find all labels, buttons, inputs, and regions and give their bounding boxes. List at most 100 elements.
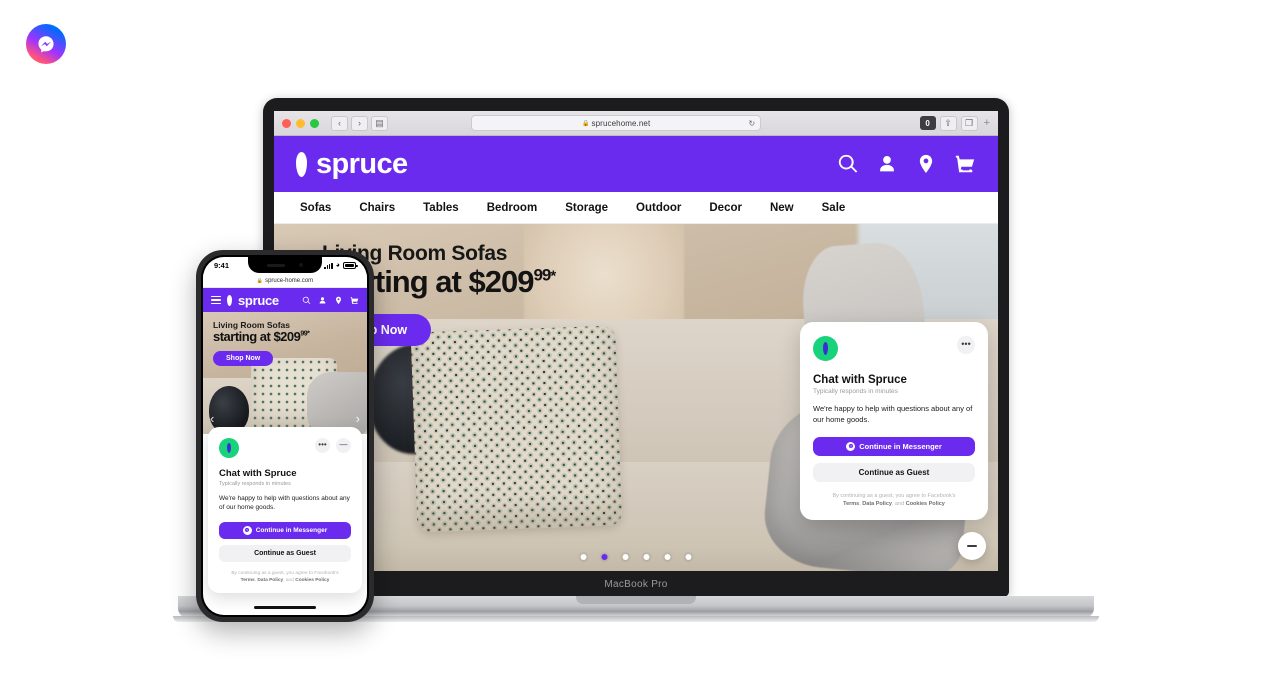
nav-item-chairs[interactable]: Chairs bbox=[359, 202, 395, 214]
more-options-icon[interactable]: ••• bbox=[957, 335, 975, 354]
chat-card-header: ••• bbox=[813, 335, 975, 361]
window-traffic-lights[interactable] bbox=[282, 118, 319, 128]
macbook-chin: MacBook Pro bbox=[263, 571, 1009, 597]
more-options-icon[interactable]: ••• bbox=[315, 437, 330, 453]
terms-link[interactable]: Terms bbox=[843, 501, 859, 507]
carousel-prev-icon[interactable]: ‹ bbox=[210, 411, 214, 426]
location-icon[interactable] bbox=[334, 296, 343, 305]
macbook-device: chevron-left-icon‹ › ▤ 🔒 sprucehome.net … bbox=[173, 98, 1099, 622]
nav-item-sofas[interactable]: Sofas bbox=[300, 202, 331, 214]
cart-icon[interactable] bbox=[954, 153, 976, 175]
carousel-dot[interactable] bbox=[643, 554, 650, 560]
mobile-header-left: spruce bbox=[211, 293, 279, 308]
mobile-continue-as-guest-button[interactable]: Continue as Guest bbox=[219, 544, 351, 562]
home-indicator bbox=[254, 606, 316, 609]
iphone-device: 9:41 ◕ 🔒 spruce-home.com spruce Living R… bbox=[196, 250, 374, 622]
close-window-button[interactable] bbox=[282, 118, 291, 128]
iphone-address-bar[interactable]: 🔒 spruce-home.com bbox=[203, 274, 367, 288]
legal-prefix: By continuing as a guest, you agree to F… bbox=[231, 570, 339, 576]
carousel-dot[interactable] bbox=[580, 554, 587, 560]
reload-icon[interactable]: ↻ bbox=[748, 119, 755, 128]
mobile-hero-subtitle: starting at $20999* bbox=[213, 329, 310, 344]
carousel-dots[interactable] bbox=[580, 554, 692, 560]
account-icon[interactable] bbox=[876, 153, 898, 175]
cookies-policy-link[interactable]: Cookies Policy bbox=[295, 578, 329, 583]
back-button[interactable]: chevron-left-icon‹ bbox=[331, 115, 348, 131]
iphone-notch bbox=[248, 257, 322, 273]
data-policy-link[interactable]: Data Policy bbox=[862, 501, 892, 507]
hero-price-asterisk: * bbox=[550, 267, 556, 285]
browser-toolbar: chevron-left-icon‹ › ▤ 🔒 sprucehome.net … bbox=[274, 111, 998, 136]
mobile-hero-copy: Living Room Sofas starting at $20999* Sh… bbox=[213, 320, 310, 366]
mobile-header-icons bbox=[302, 296, 359, 305]
minimize-icon[interactable]: — bbox=[336, 437, 351, 453]
browser-nav-buttons: chevron-left-icon‹ › ▤ bbox=[331, 115, 388, 131]
maximize-window-button[interactable] bbox=[310, 118, 319, 128]
location-icon[interactable] bbox=[915, 153, 937, 175]
nav-item-new[interactable]: New bbox=[770, 202, 794, 214]
continue-in-messenger-button[interactable]: Continue in Messenger bbox=[813, 436, 975, 456]
carousel-next-icon[interactable]: › bbox=[356, 411, 360, 426]
site-logo[interactable]: spruce bbox=[296, 148, 408, 181]
messenger-icon bbox=[846, 441, 856, 451]
search-icon[interactable] bbox=[302, 296, 311, 305]
page-root: chevron-left-icon‹ › ▤ 🔒 sprucehome.net … bbox=[0, 0, 1272, 700]
cookies-policy-link[interactable]: Cookies Policy bbox=[906, 501, 945, 507]
site-header: spruce bbox=[274, 136, 998, 192]
camera-icon bbox=[299, 263, 303, 267]
address-bar[interactable]: 🔒 sprucehome.net ↻ bbox=[471, 115, 762, 131]
spruce-leaf-icon bbox=[227, 294, 232, 306]
continue-as-guest-button[interactable]: Continue as Guest bbox=[813, 462, 975, 482]
nav-item-sale[interactable]: Sale bbox=[822, 202, 846, 214]
tabs-icon[interactable]: ❐ bbox=[960, 115, 978, 131]
cart-icon[interactable] bbox=[350, 296, 359, 305]
avatar bbox=[219, 437, 239, 458]
hero-price-cents: 99 bbox=[533, 265, 551, 285]
nav-item-tables[interactable]: Tables bbox=[423, 202, 459, 214]
mobile-chat-card-actions: ••• — bbox=[315, 437, 351, 453]
mobile-chat-subtitle: Typically responds in minutes bbox=[219, 480, 291, 487]
new-tab-button[interactable]: + bbox=[982, 117, 990, 129]
sidebar-toggle-button[interactable]: ▤ bbox=[371, 115, 388, 131]
account-icon[interactable] bbox=[318, 296, 327, 305]
macbook-lid: chevron-left-icon‹ › ▤ 🔒 sprucehome.net … bbox=[263, 98, 1009, 597]
nav-item-decor[interactable]: Decor bbox=[709, 202, 742, 214]
mobile-hero-star: * bbox=[307, 330, 310, 338]
terms-link[interactable]: Terms bbox=[241, 578, 255, 583]
browser-toolbar-right: 0 ⇪ ❐ + bbox=[919, 115, 990, 131]
cellular-icon bbox=[324, 262, 333, 269]
chat-launcher-button[interactable] bbox=[958, 532, 986, 560]
site-logo-text: spruce bbox=[316, 147, 408, 180]
carousel-dot[interactable] bbox=[664, 554, 671, 560]
legal-prefix: By continuing as a guest, you agree to F… bbox=[832, 492, 956, 499]
chat-title: Chat with Spruce bbox=[813, 373, 907, 386]
iphone-frame: 9:41 ◕ 🔒 spruce-home.com spruce Living R… bbox=[196, 250, 374, 622]
carousel-dot[interactable] bbox=[622, 554, 629, 560]
content-blocker-badge[interactable]: 0 bbox=[919, 116, 936, 130]
nav-item-storage[interactable]: Storage bbox=[565, 202, 608, 214]
forward-button[interactable]: › bbox=[351, 115, 368, 131]
hero-banner: Living Room Sofas starting at $20999* Sh… bbox=[274, 224, 998, 571]
nav-item-bedroom[interactable]: Bedroom bbox=[487, 202, 537, 214]
iphone-url-text: spruce-home.com bbox=[265, 277, 314, 284]
mobile-shop-now-button[interactable]: Shop Now bbox=[213, 351, 274, 366]
mobile-chat-widget-card: ••• — Chat with Spruce Typically respond… bbox=[208, 426, 362, 593]
avatar bbox=[813, 335, 838, 361]
mobile-continue-in-messenger-label: Continue in Messenger bbox=[255, 526, 328, 534]
carousel-dot-active[interactable] bbox=[601, 554, 608, 560]
site-header-icons bbox=[837, 153, 976, 175]
data-policy-link[interactable]: Data Policy bbox=[257, 578, 283, 583]
mobile-chat-legal-text: By continuing as a guest, you agree to F… bbox=[219, 570, 351, 584]
macbook-model-label: MacBook Pro bbox=[604, 578, 668, 590]
minimize-window-button[interactable] bbox=[296, 118, 305, 128]
messenger-bolt-icon bbox=[38, 36, 54, 53]
share-icon[interactable]: ⇪ bbox=[939, 115, 957, 131]
mobile-continue-in-messenger-button[interactable]: Continue in Messenger bbox=[219, 521, 351, 539]
spruce-leaf-icon bbox=[227, 442, 231, 453]
mobile-site-header: spruce bbox=[203, 288, 367, 312]
search-icon[interactable] bbox=[837, 153, 859, 175]
nav-item-outdoor[interactable]: Outdoor bbox=[636, 202, 681, 214]
address-bar-url: sprucehome.net bbox=[591, 118, 651, 128]
hamburger-icon[interactable] bbox=[211, 295, 221, 305]
carousel-dot[interactable] bbox=[685, 554, 692, 560]
